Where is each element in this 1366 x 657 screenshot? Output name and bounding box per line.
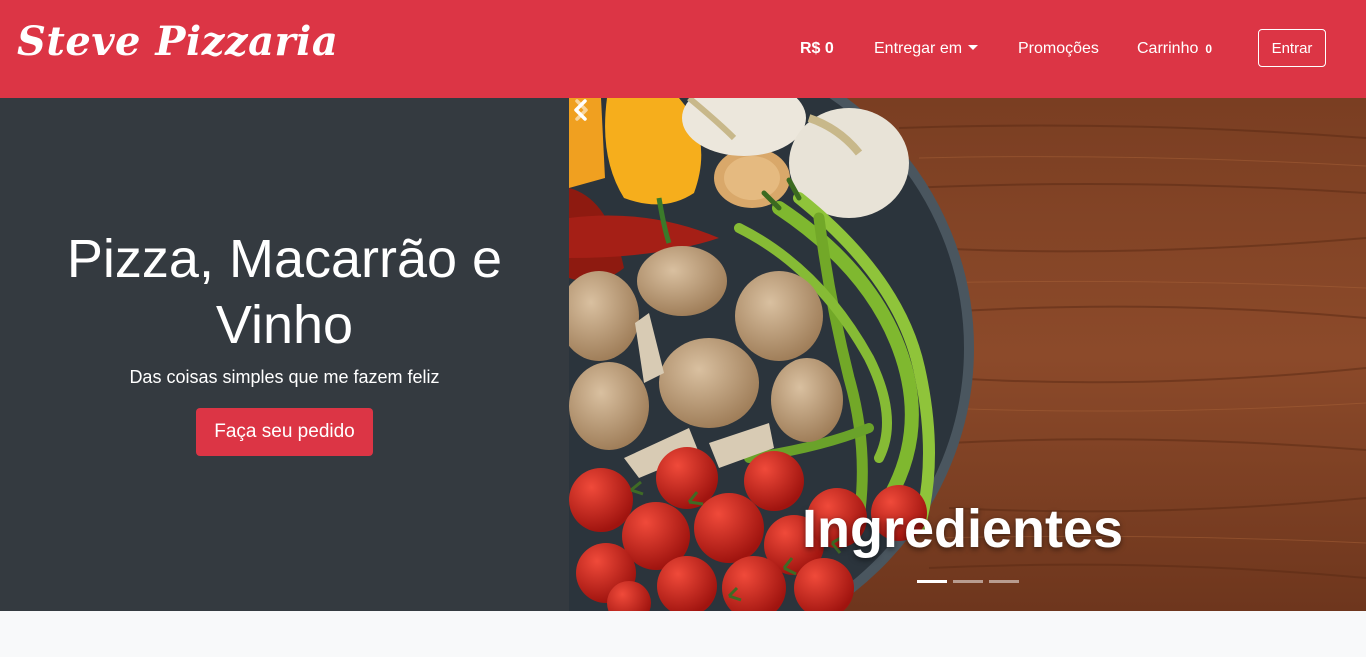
carousel-indicators xyxy=(917,580,1019,583)
deliver-dropdown[interactable]: Entregar em xyxy=(874,39,979,59)
carousel[interactable]: Ingredientes xyxy=(569,98,1366,611)
carousel-caption: Ingredientes xyxy=(802,499,1124,559)
order-button[interactable]: Faça seu pedido xyxy=(196,408,373,456)
carousel-indicator-1[interactable] xyxy=(917,580,947,583)
carousel-indicator-2[interactable] xyxy=(953,580,983,583)
navbar: Steve Pizzaria R$ 0 Entregar em Promoçõe… xyxy=(0,0,1366,98)
login-button[interactable]: Entrar xyxy=(1258,29,1326,67)
brand-logo[interactable]: Steve Pizzaria xyxy=(17,18,338,65)
cart-count-badge: 0 xyxy=(1205,42,1213,56)
caret-down-icon xyxy=(968,45,979,50)
hero-title: Pizza, Macarrão e Vinho xyxy=(66,229,503,355)
promotions-link[interactable]: Promoções xyxy=(1018,39,1099,59)
hero-subtitle: Das coisas simples que me fazem feliz xyxy=(129,367,440,387)
cart-total: R$ 0 xyxy=(800,40,834,57)
chevron-right-icon[interactable] xyxy=(569,98,593,122)
deliver-dropdown-label: Entregar em xyxy=(874,40,963,57)
content-area xyxy=(0,611,1366,657)
cart-link[interactable]: Carrinho 0 xyxy=(1137,39,1212,59)
cart-label: Carrinho xyxy=(1137,40,1199,57)
carousel-indicator-3[interactable] xyxy=(989,580,1019,583)
hero-panel: Pizza, Macarrão e Vinho Das coisas simpl… xyxy=(0,98,569,611)
